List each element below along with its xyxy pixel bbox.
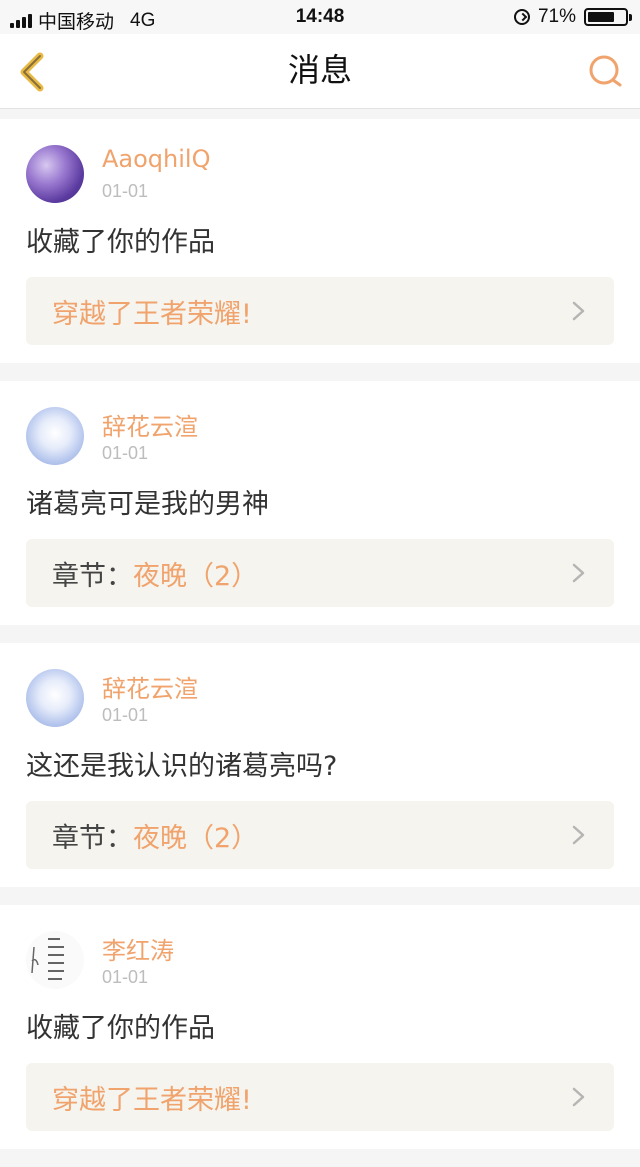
work-link[interactable]: 穿越了王者荣耀! <box>26 277 614 345</box>
user-name[interactable]: 辞花云渲 <box>102 669 198 704</box>
ref-title: 夜晚（2） <box>133 560 259 592</box>
ref-title: 穿越了王者荣耀! <box>52 298 252 330</box>
chevron-right-icon <box>572 1087 585 1107</box>
message-text: 收藏了你的作品 <box>26 227 215 258</box>
avatar[interactable] <box>26 931 84 989</box>
post-date: 01-01 <box>102 181 149 201</box>
message-card: 辞花云渲 01-01 这还是我认识的诸葛亮吗? 章节： 夜晚（2） <box>0 643 640 887</box>
user-name[interactable]: 李红涛 <box>102 931 174 966</box>
card-header: 李红涛 01-01 <box>26 905 614 991</box>
divider <box>0 887 640 905</box>
message-card: AaoqhilQ 01-01 收藏了你的作品 穿越了王者荣耀! <box>0 119 640 363</box>
user-name[interactable]: 辞花云渲 <box>102 407 198 442</box>
avatar[interactable] <box>26 145 84 203</box>
card-header: 辞花云渲 01-01 <box>26 381 614 467</box>
chevron-right-icon <box>572 301 585 321</box>
rotation-lock-icon <box>513 9 530 25</box>
post-date: 01-01 <box>102 443 149 463</box>
card-header: 辞花云渲 01-01 <box>26 643 614 729</box>
message-text: 诸葛亮可是我的男神 <box>26 489 269 520</box>
message-list: AaoqhilQ 01-01 收藏了你的作品 穿越了王者荣耀! 辞花云渲 01-… <box>0 109 640 1167</box>
divider <box>0 625 640 643</box>
post-date: 01-01 <box>102 967 149 987</box>
page-title: 消息 <box>287 51 352 89</box>
battery-percent: 71% <box>537 6 576 27</box>
chapter-link[interactable]: 章节： 夜晚（2） <box>26 539 614 607</box>
work-link[interactable]: 穿越了王者荣耀! <box>26 1063 614 1131</box>
battery-icon <box>584 8 632 26</box>
chevron-right-icon <box>572 825 585 845</box>
divider <box>0 1149 640 1167</box>
divider <box>0 363 640 381</box>
message-card: 李红涛 01-01 收藏了你的作品 穿越了王者荣耀! <box>0 905 640 1149</box>
chevron-right-icon <box>572 563 585 583</box>
ref-prefix: 章节： <box>52 822 133 854</box>
avatar[interactable] <box>26 407 84 465</box>
message-text: 这还是我认识的诸葛亮吗? <box>26 751 338 782</box>
status-bar: 中国移动 4G 14:48 71% <box>0 0 640 34</box>
search-button[interactable] <box>586 52 626 92</box>
battery-cap <box>629 14 632 21</box>
ref-title: 穿越了王者荣耀! <box>52 1084 252 1116</box>
ref-prefix: 章节： <box>52 560 133 592</box>
user-name[interactable]: AaoqhilQ <box>102 145 210 173</box>
status-right: 71% <box>513 6 632 28</box>
avatar-image <box>31 938 64 980</box>
chapter-link[interactable]: 章节： 夜晚（2） <box>26 801 614 869</box>
ref-title: 夜晚（2） <box>133 822 259 854</box>
battery-fill <box>588 12 614 22</box>
search-icon <box>589 55 622 87</box>
post-date: 01-01 <box>102 705 149 725</box>
message-card: 辞花云渲 01-01 诸葛亮可是我的男神 章节： 夜晚（2） <box>0 381 640 625</box>
avatar[interactable] <box>26 669 84 727</box>
message-text: 收藏了你的作品 <box>26 1013 215 1044</box>
nav-bar: 消息 <box>0 34 640 109</box>
card-header: AaoqhilQ 01-01 <box>26 119 614 205</box>
